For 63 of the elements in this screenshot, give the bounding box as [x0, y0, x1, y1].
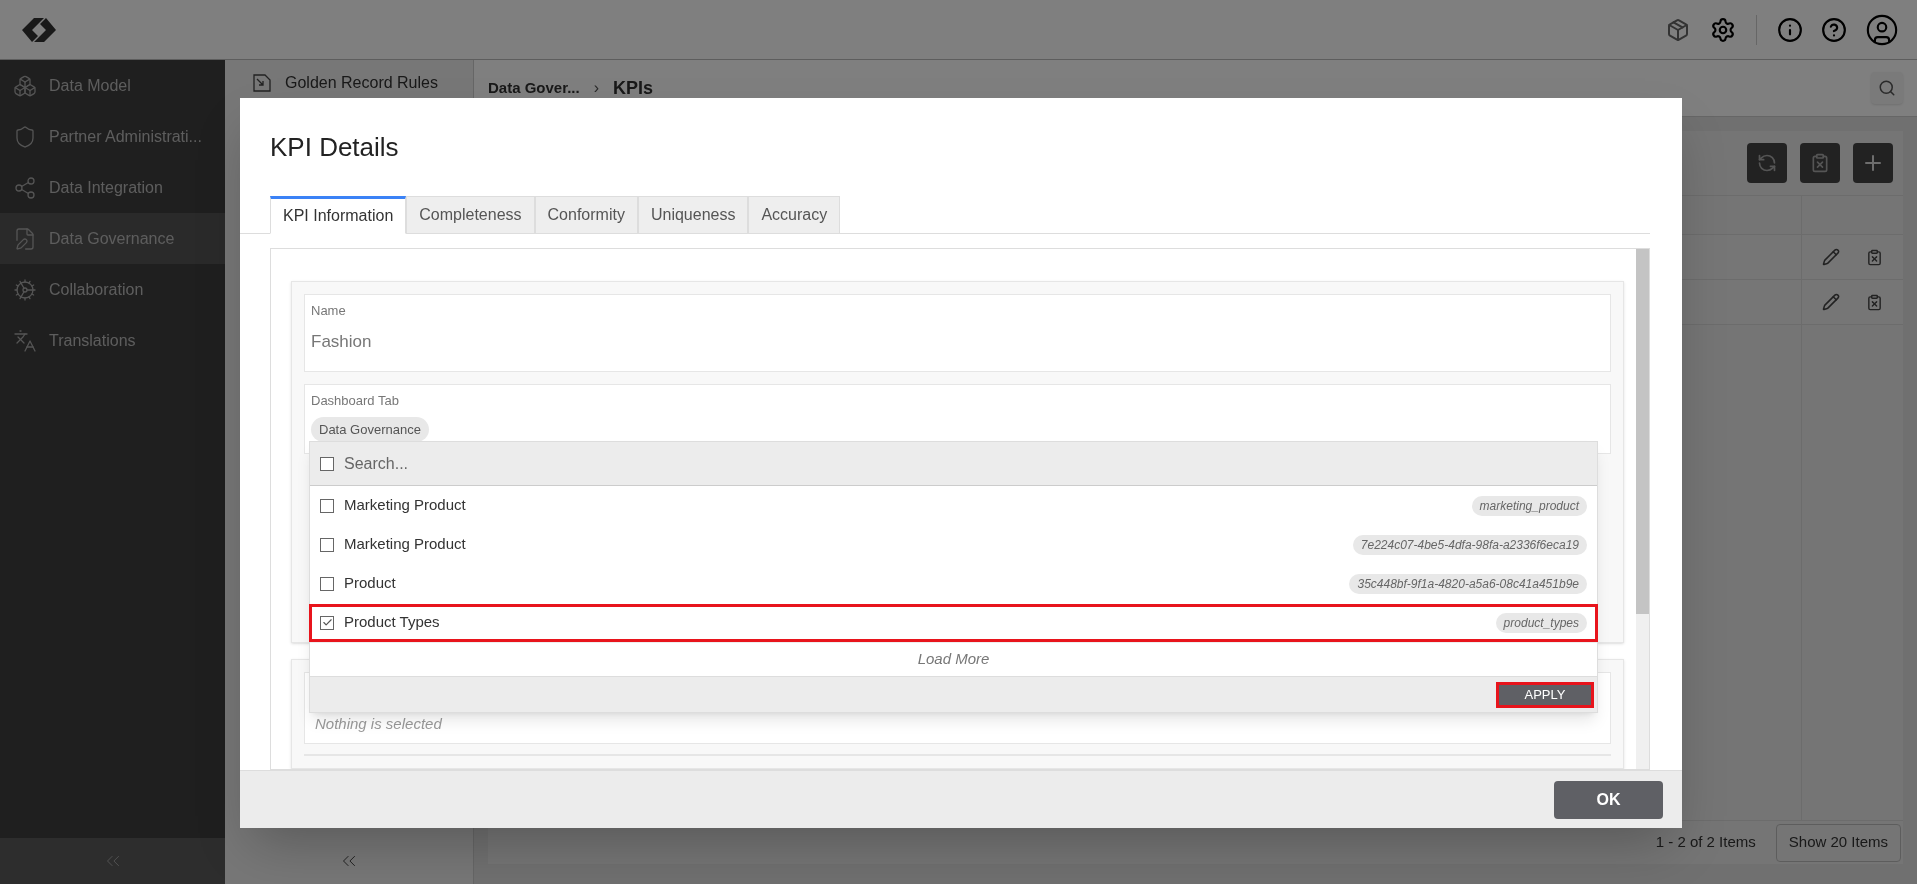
option-row[interactable]: Marketing Product marketing_product	[312, 489, 1595, 522]
option-row[interactable]: Product 35c448bf-9f1a-4820-a5a6-08c41a451b9e	[312, 567, 1595, 600]
option-label: Marketing Product	[344, 534, 467, 555]
shield-icon	[13, 124, 37, 149]
tab[interactable]: KPI Information	[270, 196, 407, 234]
settings-icon[interactable]	[1710, 16, 1736, 43]
checkbox[interactable]	[320, 615, 334, 630]
field-value: Fashion	[311, 330, 373, 353]
load-more-link[interactable]: Load More	[917, 648, 990, 671]
page-size-button[interactable]: Show 20 Items	[1775, 823, 1901, 862]
share-icon	[13, 175, 37, 200]
option-label: Product Types	[344, 612, 441, 633]
delete-icon[interactable]	[1866, 293, 1883, 311]
refresh-icon	[1757, 153, 1777, 173]
field-label: Name	[311, 302, 347, 320]
breadcrumb-link[interactable]: Data Gover...	[488, 76, 580, 100]
checkbox[interactable]	[320, 456, 334, 471]
empty-placeholder: Nothing is selected	[315, 713, 442, 734]
add-button[interactable]	[1853, 143, 1893, 183]
search-field[interactable]: Search...	[344, 451, 1587, 476]
tab[interactable]: Completeness	[406, 196, 535, 234]
breadcrumb-current: KPIs	[613, 76, 654, 100]
option-label: Marketing Product	[344, 495, 467, 516]
translate-icon	[13, 328, 37, 353]
ok-button[interactable]: OK	[1554, 780, 1663, 819]
checkbox[interactable]	[320, 498, 334, 513]
edit-icon[interactable]	[1822, 293, 1840, 311]
breadcrumb-separator: ›	[593, 78, 600, 98]
edit-icon[interactable]	[1822, 248, 1840, 266]
tab[interactable]: Accuracy	[748, 196, 841, 234]
gears-icon	[13, 277, 37, 302]
help-icon[interactable]	[1821, 16, 1847, 43]
checkbox[interactable]	[320, 576, 334, 591]
field-label: Dashboard Tab	[311, 392, 399, 410]
tag-chip: Data Governance	[311, 416, 429, 442]
user-avatar-icon[interactable]	[1865, 12, 1899, 47]
option-tag: product_types	[1495, 612, 1587, 633]
dialog-title: KPI Details	[270, 132, 399, 162]
pagination-summary: 1 - 2 of 2 Items	[1655, 832, 1756, 853]
info-icon[interactable]	[1777, 16, 1803, 43]
search-bar[interactable]: Search...	[310, 442, 1597, 486]
subpanel-item[interactable]: Golden Record Rules	[285, 74, 438, 92]
tab[interactable]: Uniqueness	[637, 196, 749, 234]
tab[interactable]: Conformity	[534, 196, 638, 234]
cubes-icon	[13, 73, 37, 98]
option-tag: 35c448bf-9f1a-4820-a5a6-08c41a451b9e	[1349, 573, 1587, 594]
search-icon	[1878, 79, 1896, 97]
option-label: Product	[344, 573, 397, 594]
checkbox[interactable]	[320, 537, 334, 552]
option-row[interactable]: Product Types product_types	[312, 606, 1595, 639]
option-tag: 7e224c07-4be5-4dfa-98fa-a2336f6eca19	[1352, 534, 1587, 555]
apply-button[interactable]: APPLY	[1499, 684, 1591, 705]
search-button[interactable]	[1871, 72, 1903, 104]
option-row[interactable]: Marketing Product 7e224c07-4be5-4dfa-98fa-a2336f6eca19	[312, 528, 1595, 561]
delete-button[interactable]	[1800, 143, 1840, 183]
document-icon	[253, 74, 271, 92]
package-icon[interactable]	[1666, 17, 1690, 42]
refresh-button[interactable]	[1747, 143, 1787, 183]
document-pen-icon	[13, 226, 37, 251]
name-field[interactable]: Name Fashion	[304, 294, 1611, 372]
delete-icon[interactable]	[1866, 248, 1883, 266]
clipboard-x-icon	[1810, 153, 1830, 173]
option-tag: marketing_product	[1471, 495, 1587, 516]
